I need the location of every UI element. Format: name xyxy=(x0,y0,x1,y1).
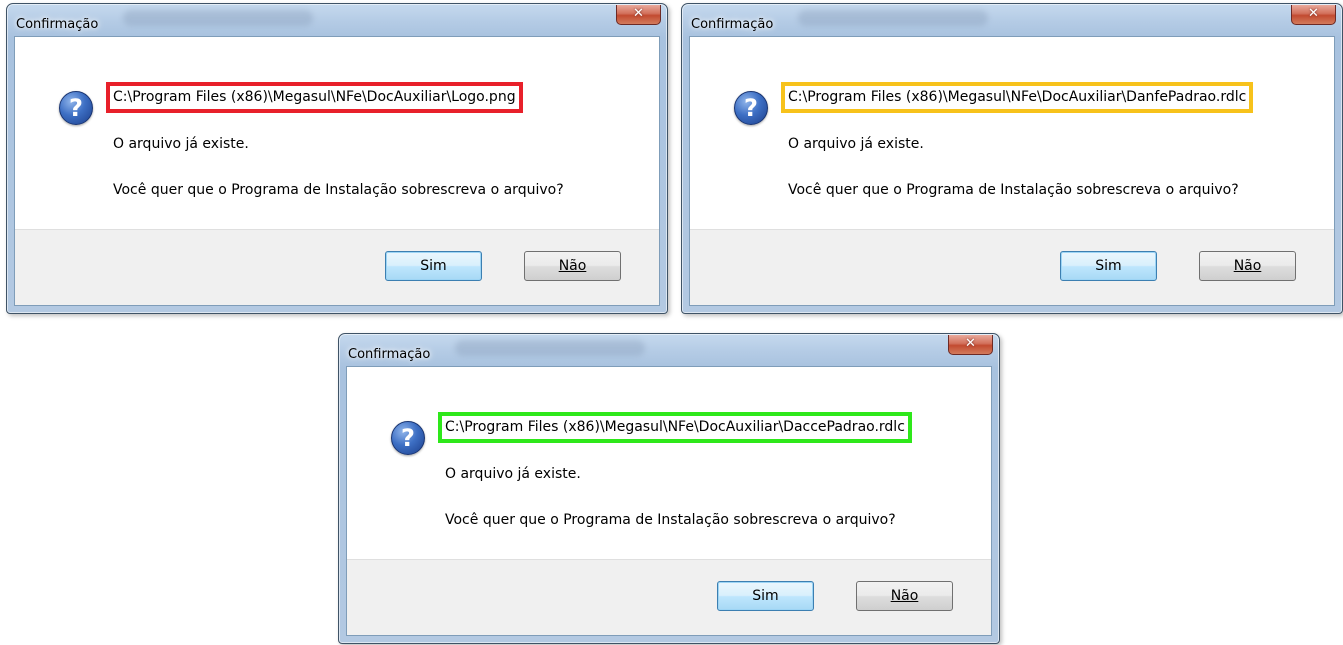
dialog-client-area: ? C:\Program Files (x86)\Megasul\NFe\Doc… xyxy=(14,36,660,306)
blurred-window-caption xyxy=(455,340,645,356)
confirmation-dialog-logo: Confirmação ✕ ? C:\Program Files (x86)\M… xyxy=(6,3,668,314)
dialog-title: Confirmação xyxy=(691,17,774,32)
title-bar[interactable]: Confirmação ✕ xyxy=(339,334,999,370)
overwrite-question: Você quer que o Programa de Instalação s… xyxy=(113,182,564,198)
dialog-client-area: ? C:\Program Files (x86)\Megasul\NFe\Doc… xyxy=(346,366,992,636)
close-icon: ✕ xyxy=(965,336,976,351)
close-button[interactable]: ✕ xyxy=(616,5,661,25)
close-icon: ✕ xyxy=(1308,6,1319,21)
close-button[interactable]: ✕ xyxy=(948,335,993,355)
question-icon: ? xyxy=(59,91,93,125)
blurred-window-caption xyxy=(123,10,313,26)
yes-button-label: Sim xyxy=(420,258,447,274)
dialog-client-area: ? C:\Program Files (x86)\Megasul\NFe\Doc… xyxy=(689,36,1335,306)
yes-button-label: Sim xyxy=(1095,258,1122,274)
close-icon: ✕ xyxy=(633,6,644,21)
no-button-label: Não xyxy=(890,588,919,604)
question-icon: ? xyxy=(734,91,768,125)
no-button[interactable]: Não xyxy=(856,581,953,611)
dialog-content: ? C:\Program Files (x86)\Megasul\NFe\Doc… xyxy=(15,37,659,233)
title-bar[interactable]: Confirmação ✕ xyxy=(7,4,667,40)
no-button[interactable]: Não xyxy=(524,251,621,281)
yes-button[interactable]: Sim xyxy=(385,251,482,281)
file-exists-message: O arquivo já existe. xyxy=(788,136,924,152)
no-button-label: Não xyxy=(558,258,587,274)
overwrite-question: Você quer que o Programa de Instalação s… xyxy=(788,182,1239,198)
dialog-title: Confirmação xyxy=(16,17,99,32)
overwrite-question: Você quer que o Programa de Instalação s… xyxy=(445,512,896,528)
yes-button-label: Sim xyxy=(752,588,779,604)
dialog-content: ? C:\Program Files (x86)\Megasul\NFe\Doc… xyxy=(347,367,991,563)
file-path-highlighted: C:\Program Files (x86)\Megasul\NFe\DocAu… xyxy=(438,412,912,443)
title-bar[interactable]: Confirmação ✕ xyxy=(682,4,1342,40)
dialog-content: ? C:\Program Files (x86)\Megasul\NFe\Doc… xyxy=(690,37,1334,233)
file-path-highlighted: C:\Program Files (x86)\Megasul\NFe\DocAu… xyxy=(106,82,523,113)
dialog-title: Confirmação xyxy=(348,347,431,362)
no-button[interactable]: Não xyxy=(1199,251,1296,281)
file-exists-message: O arquivo já existe. xyxy=(445,466,581,482)
yes-button[interactable]: Sim xyxy=(1060,251,1157,281)
blurred-window-caption xyxy=(798,10,988,26)
yes-button[interactable]: Sim xyxy=(717,581,814,611)
confirmation-dialog-dacce: Confirmação ✕ ? C:\Program Files (x86)\M… xyxy=(338,333,1000,644)
file-exists-message: O arquivo já existe. xyxy=(113,136,249,152)
question-icon: ? xyxy=(391,421,425,455)
no-button-label: Não xyxy=(1233,258,1262,274)
file-path-highlighted: C:\Program Files (x86)\Megasul\NFe\DocAu… xyxy=(781,82,1254,113)
confirmation-dialog-danfe: Confirmação ✕ ? C:\Program Files (x86)\M… xyxy=(681,3,1343,314)
close-button[interactable]: ✕ xyxy=(1291,5,1336,25)
